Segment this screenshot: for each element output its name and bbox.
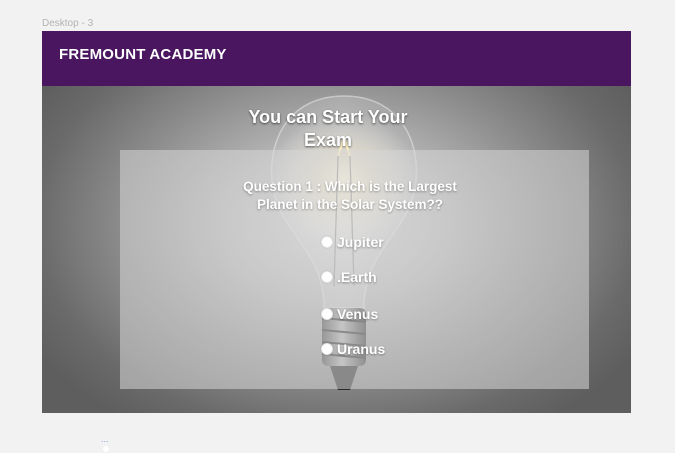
option-label: .Earth (337, 269, 377, 285)
question-panel: Question 1 : Which is the Largest Planet… (120, 150, 589, 389)
option-label: Uranus (337, 341, 386, 357)
cursor-dot-icon (103, 446, 109, 452)
radio-button[interactable] (321, 236, 333, 248)
hero-section: You can Start Your Exam Question 1 : Whi… (42, 86, 631, 413)
option-label: Jupiter (337, 234, 384, 250)
question-text: Question 1 : Which is the Largest Planet… (220, 178, 480, 214)
frame-label: Desktop - 3 (42, 18, 94, 29)
hero-title: You can Start Your Exam (42, 106, 614, 152)
question-line-1: Question 1 : Which is the Largest (243, 179, 457, 194)
radio-button[interactable] (321, 271, 333, 283)
hero-title-line-1: You can Start Your (248, 107, 408, 127)
desktop-frame: FREMOUNT ACADEMY You can Start Your Exam… (42, 31, 631, 413)
question-line-2: Planet in the Solar System?? (256, 197, 444, 212)
radio-button[interactable] (321, 308, 333, 320)
brand-logo-text[interactable]: FREMOUNT ACADEMY (59, 46, 227, 63)
more-dots: ... (101, 434, 109, 444)
option-label: Venus (337, 306, 379, 322)
radio-button[interactable] (321, 343, 333, 355)
header-bar: FREMOUNT ACADEMY (42, 31, 631, 86)
hero-title-line-2: Exam (303, 130, 353, 150)
